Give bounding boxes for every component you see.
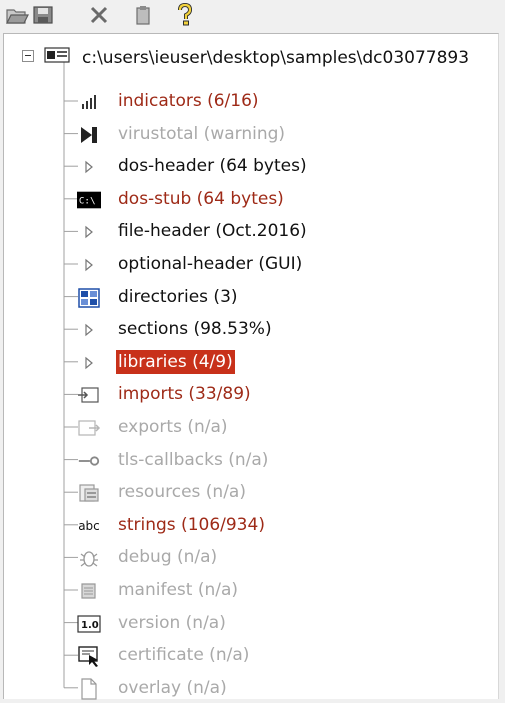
tree-item[interactable]: tls-callbacks (n/a) [4,445,498,475]
tree-item-label: optional-header (GUI) [118,254,303,274]
tree-item[interactable]: virustotal (warning) [4,119,498,149]
tree-item[interactable]: imports (33/89) [4,379,498,409]
version-icon: 1.0 [77,614,101,634]
console-icon: C:\ [77,190,101,210]
tree-root[interactable]: c:\users\ieuser\desktop\samples\dc030778… [4,40,498,70]
tree-item[interactable]: C:\ dos-stub (64 bytes) [4,184,498,214]
tree-item[interactable]: resources (n/a) [4,477,498,507]
expand-arrow-icon[interactable] [77,255,101,275]
tree-item[interactable]: 1.0 version (n/a) [4,608,498,638]
tree-item-label: exports (n/a) [118,417,228,437]
tree-item-label: imports (33/89) [118,384,251,405]
tree-item-label: version (n/a) [118,612,226,633]
tree-item-label: virustotal (warning) [118,123,286,144]
tree-item-label: libraries (4/9) [116,349,235,374]
page-icon [77,678,101,700]
tree-item-label: directories (3) [118,286,238,307]
svg-text:C:\: C:\ [79,195,96,206]
tree-item[interactable]: optional-header (GUI) [4,249,498,279]
tree-item[interactable]: indicators (6/16) [4,86,498,116]
close-file-icon[interactable] [86,3,112,27]
expand-arrow-icon[interactable] [77,320,101,340]
tree-item[interactable]: sections (98.53%) [4,314,498,344]
bar-chart-icon [77,92,101,112]
tree-item-label: strings (106/934) [118,514,265,535]
certificate-icon [77,646,101,668]
exports-icon [77,418,101,438]
tree-item[interactable]: certificate (n/a) [4,640,498,670]
tree-view[interactable]: c:\users\ieuser\desktop\samples\dc030778… [3,33,499,700]
tree-item[interactable]: manifest (n/a) [4,575,498,605]
scroll-icon [77,581,101,601]
tree-item-label: certificate (n/a) [118,645,250,666]
save-icon[interactable] [30,3,56,27]
collapse-toggle[interactable] [22,50,34,62]
abc-icon: abc [78,518,100,533]
expand-arrow-icon[interactable] [77,353,101,373]
tree-item[interactable]: libraries (4/9) [4,347,498,377]
tree-item-label: manifest (n/a) [118,580,239,600]
directories-icon [77,287,101,308]
tree-item[interactable]: exports (n/a) [4,412,498,442]
toolbar [0,0,505,32]
tree-item[interactable]: file-header (Oct.2016) [4,216,498,246]
bug-icon [77,548,101,568]
key-icon [77,451,101,471]
tree-item-label: file-header (Oct.2016) [118,221,307,242]
tree-item-label: sections (98.53%) [118,319,272,340]
open-icon[interactable] [4,3,30,27]
virustotal-icon [77,125,101,145]
tree-item-label: indicators (6/16) [118,91,259,111]
tree-item-label: dos-header (64 bytes) [118,156,307,177]
help-icon[interactable] [172,3,198,27]
file-root-icon [44,46,70,64]
imports-icon [77,385,101,405]
tree-item[interactable]: overlay (n/a) [4,673,498,703]
tree-item-label: debug (n/a) [118,547,218,568]
tree-item-label: overlay (n/a) [118,677,227,698]
svg-text:1.0: 1.0 [81,620,99,631]
expand-arrow-icon[interactable] [77,157,101,177]
tree-item[interactable]: abc strings (106/934) [4,510,498,540]
expand-arrow-icon[interactable] [77,222,101,242]
root-path-label: c:\users\ieuser\desktop\samples\dc030778… [82,48,470,68]
tree-item-label: dos-stub (64 bytes) [118,188,284,209]
clipboard-icon[interactable] [130,3,156,27]
resources-icon [77,483,101,503]
tree-item[interactable]: dos-header (64 bytes) [4,151,498,181]
tree-item[interactable]: debug (n/a) [4,542,498,572]
tree-item-label: tls-callbacks (n/a) [118,449,269,470]
tree-item-label: resources (n/a) [118,482,246,503]
tree-item[interactable]: directories (3) [4,282,498,312]
